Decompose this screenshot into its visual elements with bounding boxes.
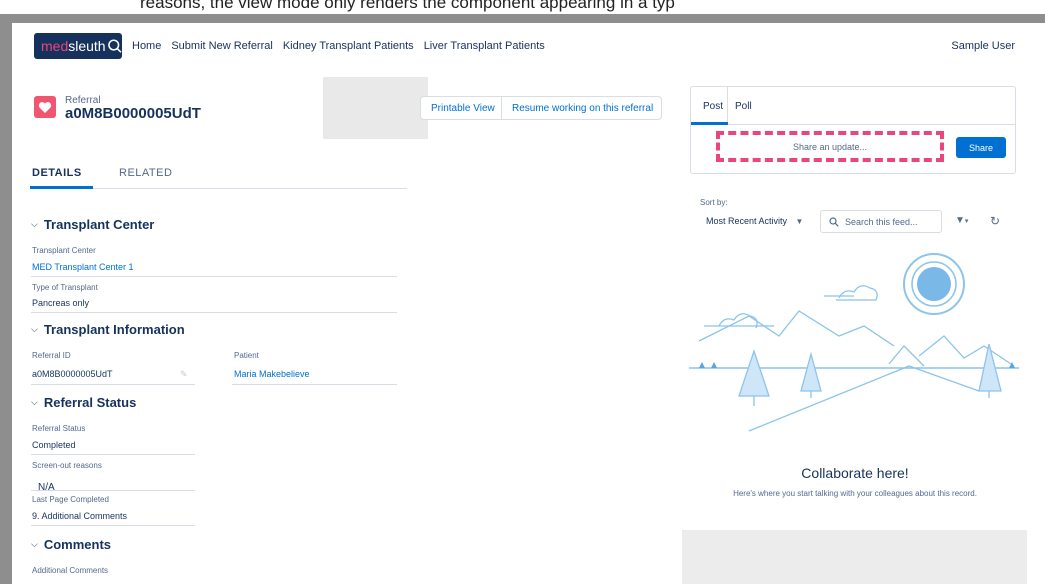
field-value-transplant-center[interactable]: MED Transplant Center 1 [32, 262, 134, 272]
section-transplant-information[interactable]: ⌵ Transplant Information [31, 322, 185, 337]
active-publisher-tab-indicator [691, 122, 728, 125]
feed-search-placeholder: Search this feed... [845, 216, 918, 227]
field-label-transplant-type: Type of Transplant [32, 283, 98, 292]
filter-icon[interactable]: ▼▾ [955, 215, 968, 226]
edit-pencil-icon[interactable]: ✎ [180, 369, 188, 380]
chevron-down-icon: ⌵ [31, 539, 38, 549]
field-label-patient: Patient [234, 351, 259, 360]
nav-home[interactable]: Home [132, 40, 161, 52]
share-button[interactable]: Share [956, 137, 1006, 158]
section-title: Comments [43, 537, 112, 552]
active-tab-indicator [30, 186, 93, 189]
field-label-referral-status: Referral Status [32, 424, 86, 433]
user-menu[interactable]: Sample User [951, 40, 1015, 52]
header-button-group: Printable View Resume working on this re… [420, 96, 662, 120]
top-caption-text: reasons, the view mode only renders the … [140, 0, 675, 12]
component-placeholder [323, 77, 428, 139]
field-value-patient[interactable]: Maria Makebelieve [234, 369, 310, 379]
field-label-additional-comments: Additional Comments [32, 566, 109, 575]
logo-magnifier-icon [107, 39, 122, 53]
publisher-tab-post[interactable]: Post [691, 87, 728, 125]
logo-text-part1: med [41, 38, 69, 54]
chevron-down-icon: ⌵ [31, 397, 38, 407]
field-divider [31, 525, 195, 526]
section-transplant-center[interactable]: ⌵ Transplant Center [31, 217, 154, 232]
printable-view-button[interactable]: Printable View [420, 96, 502, 120]
field-label-transplant-center: Transplant Center [32, 246, 96, 255]
search-icon [829, 216, 839, 227]
medsleuth-logo[interactable]: med sleuth [34, 33, 122, 59]
share-update-input[interactable]: Share an update... [716, 131, 944, 162]
record-name: a0M8B0000005UdT [65, 105, 201, 122]
publisher-tab-poll[interactable]: Poll [735, 87, 752, 125]
field-value-referral-status: Completed [32, 440, 76, 450]
field-label-last-page: Last Page Completed [32, 495, 109, 504]
empty-feed-subtitle: Here's where you start talking with your… [733, 489, 977, 498]
sort-select[interactable]: Most Recent Activity ▼ [706, 216, 803, 226]
global-navbar: med sleuth Home Submit New Referral Kidne… [12, 23, 1045, 69]
caret-down-icon: ▼ [795, 217, 804, 226]
section-title: Transplant Information [43, 322, 185, 337]
frame-border-left [0, 14, 12, 584]
sort-by-label: Sort by: [700, 198, 728, 207]
sort-select-value: Most Recent Activity [706, 216, 788, 226]
nav-liver-patients[interactable]: Liver Transplant Patients [424, 40, 545, 52]
logo-text-part2: sleuth [68, 38, 106, 54]
feed-search-input[interactable]: Search this feed... [820, 210, 942, 233]
field-divider [232, 384, 397, 385]
field-divider [31, 276, 397, 277]
field-value-referral-id: a0M8B0000005UdT [32, 369, 113, 379]
referral-heart-icon [34, 96, 56, 118]
refresh-icon[interactable]: ↻ [990, 214, 1000, 228]
field-label-referral-id: Referral ID [32, 351, 71, 360]
section-referral-status[interactable]: ⌵ Referral Status [31, 395, 136, 410]
top-caption-strip: reasons, the view mode only renders the … [0, 0, 1045, 14]
chevron-down-icon: ⌵ [31, 324, 38, 334]
record-tabs: DETAILS RELATED [30, 160, 407, 189]
field-value-last-page: 9. Additional Comments [32, 511, 128, 521]
empty-feed-title: Collaborate here! [801, 465, 909, 481]
field-divider [31, 312, 397, 313]
field-value-transplant-type: Pancreas only [32, 298, 90, 308]
nav-submit-referral[interactable]: Submit New Referral [171, 40, 272, 52]
section-title: Referral Status [43, 395, 137, 410]
field-value-screenout: N/A [38, 482, 55, 493]
tab-related[interactable]: RELATED [119, 167, 172, 179]
field-divider [31, 454, 195, 455]
field-label-screenout: Screen-out reasons [32, 461, 102, 470]
nav-kidney-patients[interactable]: Kidney Transplant Patients [283, 40, 414, 52]
frame-border-top [12, 14, 1045, 23]
tab-details[interactable]: DETAILS [32, 167, 82, 179]
field-divider [31, 490, 195, 491]
resume-referral-button[interactable]: Resume working on this referral [502, 96, 662, 120]
section-title: Transplant Center [43, 217, 155, 232]
chevron-down-icon: ⌵ [31, 219, 38, 229]
component-placeholder [682, 530, 1027, 584]
empty-feed-illustration [689, 253, 1019, 432]
publisher-tabs: Post Poll [691, 87, 1015, 125]
section-comments[interactable]: ⌵ Comments [31, 537, 111, 552]
nav-links: Home Submit New Referral Kidney Transpla… [132, 40, 545, 52]
field-divider [31, 384, 195, 385]
